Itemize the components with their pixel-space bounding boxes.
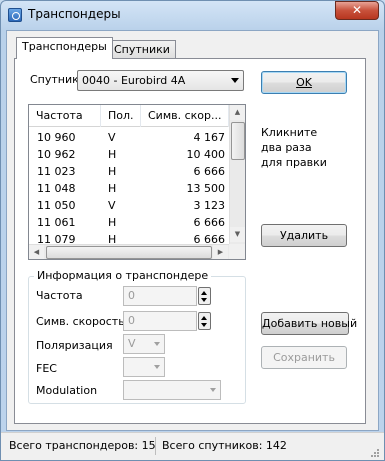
hint-line-3: для правки [261,156,327,169]
tab-satellites[interactable]: Спутники [108,40,176,60]
fec-select[interactable] [123,357,165,377]
scrollbar-corner [229,244,245,259]
vertical-scrollbar[interactable]: ▲ ▼ [229,105,245,244]
frequency-field[interactable]: 0 [123,286,197,306]
list-header: Частота Пол. Симв. скор... [29,105,229,127]
cell-polarization: H [108,182,117,195]
transponder-info-title: Информация о транспондере [34,269,212,282]
window-title: Транспондеры [28,7,121,21]
symbol-rate-stepper[interactable] [198,312,211,330]
cell-symbol-rate: 4 167 [193,131,226,144]
app-icon [8,8,22,22]
spin-down-icon [201,298,207,302]
cell-frequency: 11 061 [37,216,76,229]
scroll-left-icon[interactable]: ◀ [29,245,44,259]
tab-transponders[interactable]: Транспондеры [16,37,113,59]
symbol-rate-field[interactable]: 0 [123,311,197,331]
scroll-up-icon[interactable]: ▲ [230,105,245,120]
satellite-select[interactable]: 0040 - Eurobird 4A [77,70,244,91]
status-transponder-count: Всего транспондеров: 15 [5,437,156,455]
status-satellite-count: Всего спутников: 142 [162,439,287,452]
table-row[interactable]: 10 962 H 10 400 [29,146,229,163]
dropdown-arrow-icon [154,342,160,346]
cell-polarization: V [108,199,116,212]
ok-button[interactable]: OK [261,71,347,94]
column-header-frequency[interactable]: Частота [29,105,101,127]
table-row[interactable]: 11 061 H 6 666 [29,214,229,231]
title-bar[interactable]: Транспондеры [0,0,385,30]
satellite-select-value: 0040 - Eurobird 4A [82,74,186,87]
transponder-list[interactable]: Частота Пол. Симв. скор... 10 960 V 4 167 1… [28,104,246,260]
cell-symbol-rate: 10 400 [186,148,226,161]
cell-symbol-rate: 6 666 [193,165,226,178]
cell-frequency: 11 023 [37,165,76,178]
modulation-label: Modulation [36,384,98,397]
cell-frequency: 10 962 [37,148,76,161]
scroll-down-icon[interactable]: ▼ [230,227,245,242]
dropdown-arrow-icon [154,365,160,369]
size-grip-icon[interactable] [368,446,380,458]
cell-symbol-rate: 6 666 [193,216,226,229]
table-row[interactable]: 11 023 H 6 666 [29,163,229,180]
modulation-select[interactable] [123,380,221,400]
polarization-select[interactable]: V [123,334,165,354]
column-header-polarization[interactable]: Пол. [101,105,141,127]
close-button[interactable]: ✕ [335,1,379,20]
cell-frequency: 10 960 [37,131,76,144]
close-icon: ✕ [351,3,363,17]
tab-label: Спутники [114,43,170,56]
cell-polarization: H [108,165,117,178]
horizontal-scroll-thumb[interactable] [46,246,212,259]
dropdown-arrow-icon [210,388,216,392]
table-row[interactable]: 11 050 V 3 123 [29,197,229,214]
frequency-label: Частота [36,289,83,302]
polarization-label: Поляризация [36,339,113,352]
cell-frequency: 11 048 [37,182,76,195]
cell-polarization: V [108,131,116,144]
cell-polarization: H [108,216,117,229]
cell-symbol-rate: 13 500 [186,182,226,195]
hint-line-1: Кликните [261,126,318,139]
add-new-button[interactable]: Добавить новый [261,312,357,335]
fec-label: FEC [36,362,57,375]
table-row[interactable]: 11 048 H 13 500 [29,180,229,197]
cell-symbol-rate: 3 123 [193,199,226,212]
hint-line-2: два раза [261,141,312,154]
delete-button[interactable]: Удалить [261,224,347,247]
save-button[interactable]: Сохранить [261,346,347,369]
cell-frequency: 11 050 [37,199,76,212]
symbol-rate-label: Симв. скорость [36,315,125,328]
vertical-scroll-thumb[interactable] [231,122,245,160]
horizontal-scrollbar[interactable]: ◀ ▶ [29,244,229,259]
spin-down-icon [201,323,207,327]
dropdown-arrow-icon [231,78,239,83]
scroll-right-icon[interactable]: ▶ [213,245,228,259]
cell-polarization: H [108,148,117,161]
tab-label: Транспондеры [22,40,107,53]
satellite-label: Спутник [30,73,79,86]
spin-up-icon [201,291,207,295]
frequency-stepper[interactable] [198,287,211,305]
spin-up-icon [201,316,207,320]
column-header-symbol-rate[interactable]: Симв. скор... [141,105,229,127]
table-row[interactable]: 10 960 V 4 167 [29,129,229,146]
polarization-select-value: V [128,337,136,350]
